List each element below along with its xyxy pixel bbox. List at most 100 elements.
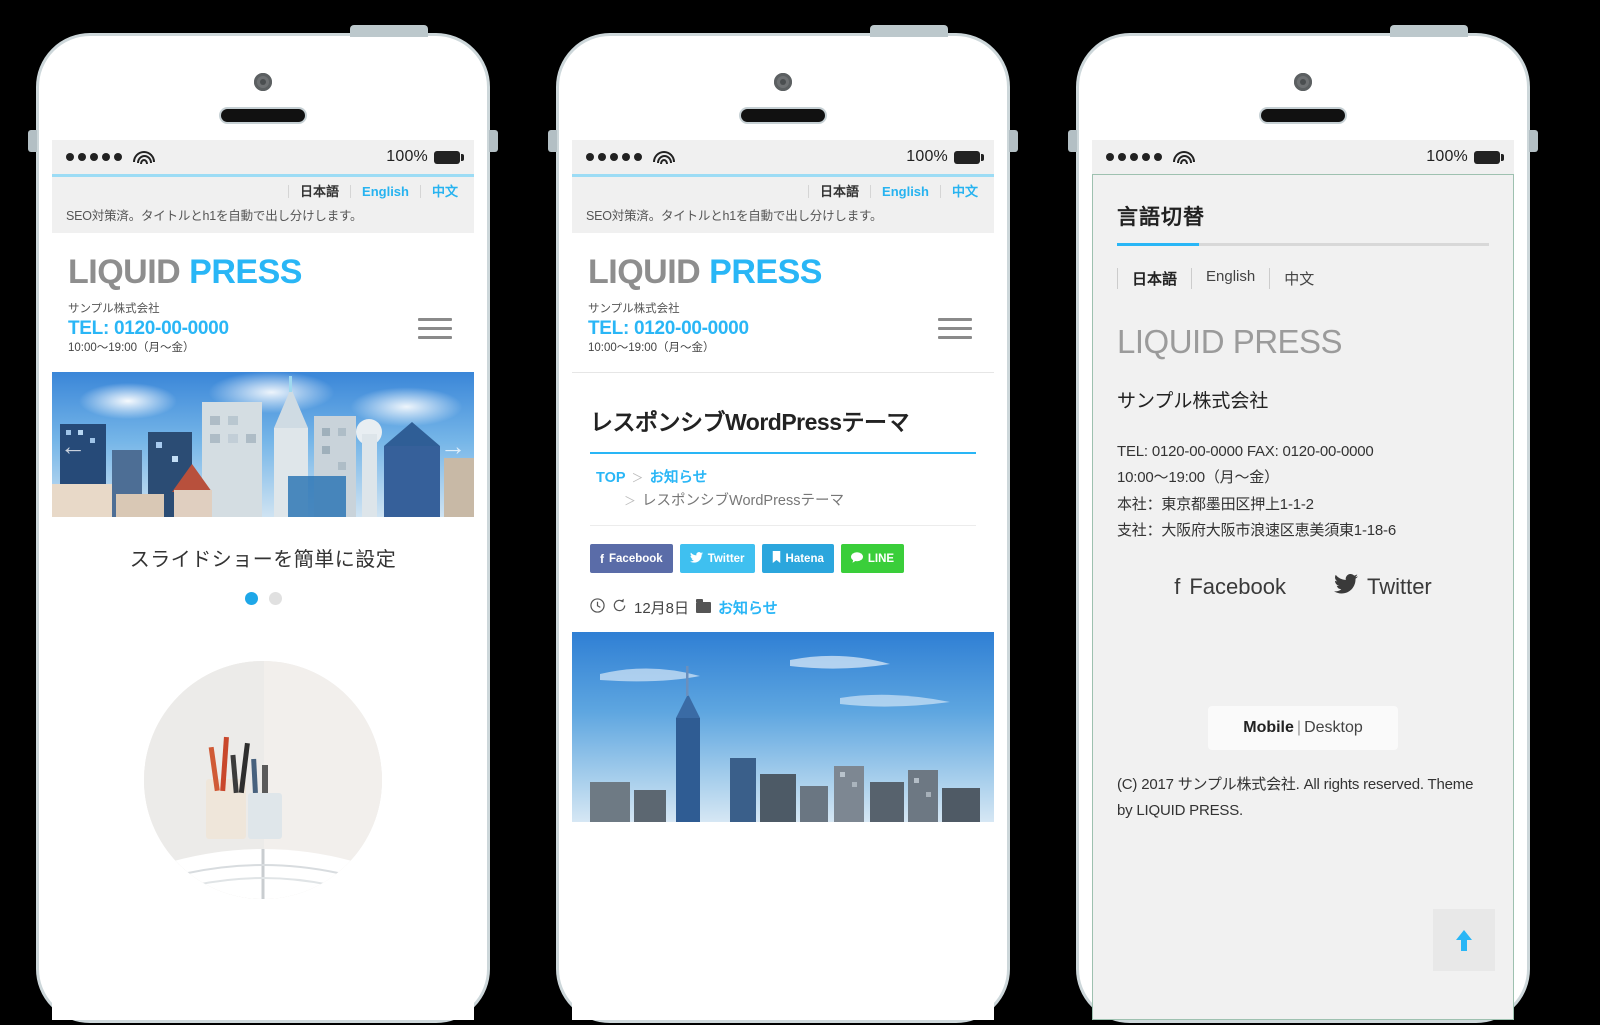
site-logo[interactable]: LIQUID PRESS (68, 255, 458, 289)
share-buttons: f Facebook Twitter Hatena LINE (590, 526, 976, 577)
social-twitter-label: Twitter (1366, 574, 1432, 599)
volume-button[interactable] (1068, 130, 1077, 152)
share-twitter-button[interactable]: Twitter (679, 544, 755, 574)
facebook-icon: f (1174, 574, 1181, 599)
site-logo[interactable]: LIQUID PRESS (588, 255, 978, 289)
lang-ja[interactable]: 日本語 (808, 185, 870, 198)
wifi-icon (132, 150, 155, 164)
footer-info-line: TEL: 0120-00-0000 FAX: 0120-00-0000 (1117, 443, 1374, 460)
logo-press: PRESS (709, 253, 822, 291)
social-twitter[interactable]: Twitter (1333, 573, 1432, 600)
footer-info-line: 支社：大阪府大阪市浪速区恵美須東1-18-6 (1117, 521, 1396, 539)
clock-icon (590, 598, 605, 617)
status-bar: 100% (1092, 140, 1514, 174)
wifi-icon (652, 150, 675, 164)
view-switch[interactable]: Mobile | Desktop (1208, 706, 1398, 750)
battery-percent: 100% (386, 148, 428, 165)
signal-dots-icon (66, 153, 122, 161)
slideshow-dot-2[interactable] (268, 591, 282, 605)
side-button[interactable] (489, 130, 498, 152)
battery-icon (434, 150, 464, 164)
lang-ja[interactable]: 日本語 (288, 185, 350, 198)
volume-button[interactable] (548, 130, 557, 152)
lang-en[interactable]: English (350, 185, 420, 198)
footer-info-line: 10:00〜19:00（月〜金） (1117, 469, 1279, 487)
phone-2: 100% 日本語 English 中文 SEO対策済。タイトルとh1を自動で出し… (548, 25, 1018, 1025)
telephone[interactable]: TEL: 0120-00-0000 (588, 317, 938, 341)
business-hours: 10:00〜19:00（月〜金） (588, 341, 715, 354)
header-contact-info: サンプル株式会社 TEL: 0120-00-0000 10:00〜19:00（月… (68, 302, 418, 356)
logo-liquid: LIQUID (588, 253, 701, 291)
language-switcher[interactable]: 日本語 English 中文 (1117, 268, 1489, 289)
slideshow-next-arrow[interactable]: → (440, 433, 466, 459)
volume-button[interactable] (28, 130, 37, 152)
lang-en[interactable]: English (1191, 268, 1269, 289)
front-camera (1294, 73, 1312, 91)
language-switcher[interactable]: 日本語 English 中文 (66, 185, 460, 198)
footer-company: サンプル株式会社 (1117, 391, 1269, 412)
scroll-to-top-button[interactable] (1433, 909, 1495, 971)
footer-social: f Facebook Twitter (1117, 573, 1489, 600)
post-category[interactable]: お知らせ (718, 597, 778, 618)
footer-info-line: 本社：東京都墨田区押上1-1-2 (1117, 495, 1314, 513)
signal-dots-icon (586, 153, 642, 161)
footer-info: TEL: 0120-00-0000 FAX: 0120-00-0000 10:0… (1117, 439, 1489, 544)
footer-logo: LIQUID PRESS (1117, 323, 1343, 360)
share-line-label: LINE (867, 552, 895, 565)
seo-note: SEO対策済。タイトルとh1を自動で出し分けします。 (66, 209, 363, 223)
post-thumbnail (572, 632, 994, 823)
share-facebook-button[interactable]: f Facebook (590, 544, 673, 574)
site-header: LIQUID PRESS サンプル株式会社 TEL: 0120-00-0000 … (572, 233, 994, 372)
share-hatena-button[interactable]: Hatena (761, 544, 834, 574)
lang-zh[interactable]: 中文 (939, 185, 980, 198)
social-facebook[interactable]: f Facebook (1174, 574, 1286, 600)
lang-en[interactable]: English (870, 185, 940, 198)
footer-copyright: (C) 2017 サンプル株式会社. All rights reserved. … (1117, 776, 1474, 820)
company-name: サンプル株式会社 (68, 303, 160, 315)
phone-1: 100% 日本語 English 中文 SEO対策済。タイトルとh1を自動で出し… (28, 25, 498, 1025)
share-facebook-label: Facebook (609, 552, 663, 565)
share-line-button[interactable]: LINE (840, 544, 905, 574)
power-button[interactable] (870, 25, 948, 37)
three-phone-mockup: 100% 日本語 English 中文 SEO対策済。タイトルとh1を自動で出し… (0, 0, 1600, 1023)
view-switch-mobile[interactable]: Mobile (1243, 719, 1294, 736)
battery-icon (954, 150, 984, 164)
breadcrumb-top[interactable]: TOP (596, 470, 626, 486)
status-bar: 100% (572, 140, 994, 174)
slideshow-dot-1[interactable] (244, 591, 258, 605)
logo-press: PRESS (189, 253, 302, 291)
language-bar: 日本語 English 中文 SEO対策済。タイトルとh1を自動で出し分けします… (572, 177, 994, 233)
header-contact-info: サンプル株式会社 TEL: 0120-00-0000 10:00〜19:00（月… (588, 302, 938, 356)
facebook-icon: f (600, 551, 604, 566)
lang-ja[interactable]: 日本語 (1117, 268, 1191, 289)
view-switch-desktop[interactable]: Desktop (1304, 719, 1363, 736)
power-button[interactable] (1390, 25, 1468, 37)
slideshow-prev-arrow[interactable]: ← (60, 433, 86, 459)
folder-icon (696, 599, 712, 614)
front-camera (774, 73, 792, 91)
signal-dots-icon (1106, 153, 1162, 161)
telephone[interactable]: TEL: 0120-00-0000 (68, 317, 418, 341)
power-button[interactable] (350, 25, 428, 37)
lang-zh[interactable]: 中文 (419, 185, 460, 198)
hamburger-icon[interactable] (418, 312, 452, 345)
side-button[interactable] (1009, 130, 1018, 152)
wifi-icon (1172, 150, 1195, 164)
earpiece-speaker (741, 109, 825, 122)
slideshow-caption: スライドショーを簡単に設定 (129, 548, 397, 571)
refresh-icon (612, 598, 627, 617)
breadcrumb-current: レスポンシブWordPressテーマ (642, 492, 844, 509)
hamburger-icon[interactable] (938, 312, 972, 345)
language-switcher[interactable]: 日本語 English 中文 (586, 185, 980, 198)
battery-group: 100% (906, 148, 984, 166)
chat-bubble-icon (850, 551, 863, 566)
phone-1-screen: 100% 日本語 English 中文 SEO対策済。タイトルとh1を自動で出し… (52, 140, 474, 1020)
header-contact-row: サンプル株式会社 TEL: 0120-00-0000 10:00〜19:00（月… (68, 302, 458, 356)
business-hours: 10:00〜19:00（月〜金） (68, 341, 195, 354)
slideshow[interactable]: ← → (52, 371, 474, 517)
side-button[interactable] (1529, 130, 1538, 152)
lang-zh[interactable]: 中文 (1269, 268, 1328, 289)
breadcrumb-category[interactable]: お知らせ (650, 470, 708, 486)
breadcrumb-separator-icon-2: ＞ (624, 493, 637, 508)
slideshow-dots[interactable] (52, 591, 474, 629)
